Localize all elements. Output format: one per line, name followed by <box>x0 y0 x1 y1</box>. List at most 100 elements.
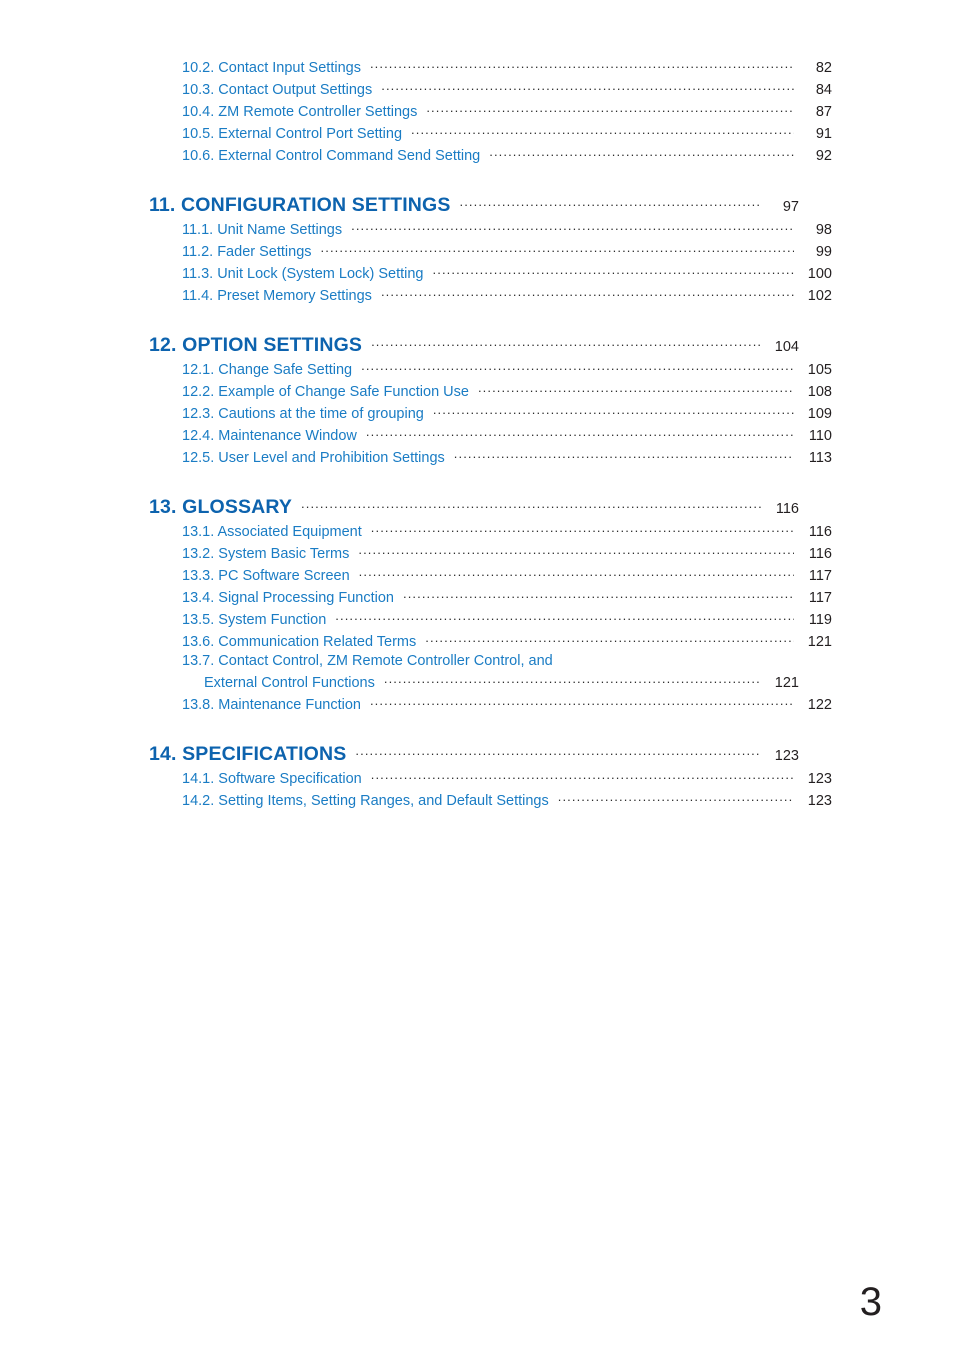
dot-leader <box>459 191 761 211</box>
toc-entry-11-4[interactable]: 11.4. Preset Memory Settings 102 <box>149 284 832 306</box>
dot-leader <box>433 262 794 278</box>
toc-entry-13-3[interactable]: 13.3. PC Software Screen 117 <box>149 564 832 586</box>
toc-entry-title: 12.1. Change Safe Setting <box>182 362 353 378</box>
dot-leader <box>301 493 761 513</box>
toc-entry-10-4[interactable]: 10.4. ZM Remote Controller Settings 87 <box>149 100 832 122</box>
toc-entry-title: 10.4. ZM Remote Controller Settings <box>182 104 418 120</box>
toc-entry-13-6[interactable]: 13.6. Communication Related Terms 121 <box>149 630 832 652</box>
toc-entry-title: 10.2. Contact Input Settings <box>182 60 361 76</box>
toc-entry-title: 10.3. Contact Output Settings <box>182 82 373 98</box>
toc-chapter-title: 12. OPTION SETTINGS <box>149 334 363 356</box>
toc-entry-title: 12.5. User Level and Prohibition Setting… <box>182 450 445 466</box>
toc-entry-title-line1: 13.7. Contact Control, ZM Remote Control… <box>182 653 553 669</box>
toc-entry-13-8[interactable]: 13.8. Maintenance Function 122 <box>149 693 832 715</box>
toc-entry-page: 87 <box>815 104 832 120</box>
toc-entry-page: 116 <box>808 546 832 562</box>
toc-entry-12-2[interactable]: 12.2. Example of Change Safe Function Us… <box>149 380 832 402</box>
toc-entry-page: 113 <box>808 450 832 466</box>
toc-entry-page: 84 <box>815 82 832 98</box>
toc-entry-12-4[interactable]: 12.4. Maintenance Window 110 <box>149 424 832 446</box>
toc-entry-14-1[interactable]: 14.1. Software Specification 123 <box>149 767 832 789</box>
dot-leader <box>371 331 761 351</box>
toc-entry-12[interactable]: 12. OPTION SETTINGS 104 <box>149 331 799 358</box>
dot-leader <box>371 767 794 783</box>
dot-leader <box>381 284 794 300</box>
dot-leader <box>454 446 794 462</box>
dot-leader <box>478 380 794 396</box>
dot-leader <box>384 671 761 687</box>
dot-leader <box>335 608 794 624</box>
toc-entry-page: 123 <box>807 771 832 787</box>
table-of-contents: 10.2. Contact Input Settings 82 10.3. Co… <box>149 56 832 811</box>
toc-entry-page: 99 <box>815 244 832 260</box>
toc-entry-page: 116 <box>775 501 799 517</box>
toc-entry-13-4[interactable]: 13.4. Signal Processing Function 117 <box>149 586 832 608</box>
toc-group-14: 14. SPECIFICATIONS 123 14.1. Software Sp… <box>149 740 832 811</box>
toc-entry-13[interactable]: 13. GLOSSARY 116 <box>149 493 799 520</box>
toc-entry-title: 10.5. External Control Port Setting <box>182 126 403 142</box>
dot-leader <box>411 122 794 138</box>
dot-leader <box>426 100 794 116</box>
toc-entry-page: 108 <box>807 384 832 400</box>
dot-leader <box>355 740 761 760</box>
toc-entry-title: 13.8. Maintenance Function <box>182 697 361 713</box>
toc-entry-page: 116 <box>808 524 832 540</box>
toc-group-12: 12. OPTION SETTINGS 104 12.1. Change Saf… <box>149 331 832 468</box>
toc-entry-11[interactable]: 11. CONFIGURATION SETTINGS 97 <box>149 191 799 218</box>
toc-entry-10-2[interactable]: 10.2. Contact Input Settings 82 <box>149 56 832 78</box>
toc-entry-page: 123 <box>774 748 799 764</box>
dot-leader <box>321 240 794 256</box>
toc-entry-title: 14.1. Software Specification <box>182 771 362 787</box>
toc-entry-14[interactable]: 14. SPECIFICATIONS 123 <box>149 740 799 767</box>
toc-entry-13-5[interactable]: 13.5. System Function 119 <box>149 608 832 630</box>
toc-entry-10-6[interactable]: 10.6. External Control Command Send Sett… <box>149 144 832 166</box>
toc-entry-page: 100 <box>807 266 832 282</box>
toc-group-10: 10.2. Contact Input Settings 82 10.3. Co… <box>149 56 832 166</box>
toc-group-13: 13. GLOSSARY 116 13.1. Associated Equipm… <box>149 493 832 715</box>
toc-entry-12-3[interactable]: 12.3. Cautions at the time of grouping 1… <box>149 402 832 424</box>
toc-entry-14-2[interactable]: 14.2. Setting Items, Setting Ranges, and… <box>149 789 832 811</box>
document-page: 10.2. Contact Input Settings 82 10.3. Co… <box>0 0 954 1350</box>
toc-chapter-title: 13. GLOSSARY <box>149 496 293 518</box>
toc-chapter-title: 11. CONFIGURATION SETTINGS <box>149 194 451 216</box>
toc-entry-13-2[interactable]: 13.2. System Basic Terms 116 <box>149 542 832 564</box>
dot-leader <box>381 78 794 94</box>
dot-leader <box>371 520 794 536</box>
toc-entry-11-1[interactable]: 11.1. Unit Name Settings 98 <box>149 218 832 240</box>
toc-entry-13-1[interactable]: 13.1. Associated Equipment 116 <box>149 520 832 542</box>
toc-chapter-title: 14. SPECIFICATIONS <box>149 743 347 765</box>
toc-entry-title: 11.2. Fader Settings <box>182 244 312 260</box>
dot-leader <box>425 630 794 646</box>
toc-entry-title: 10.6. External Control Command Send Sett… <box>182 148 481 164</box>
toc-entry-title: 13.6. Communication Related Terms <box>182 634 417 650</box>
toc-entry-page: 119 <box>808 612 832 628</box>
toc-entry-page: 122 <box>807 697 832 713</box>
toc-entry-13-7[interactable]: 13.7. Contact Control, ZM Remote Control… <box>149 652 799 693</box>
dot-leader <box>433 402 794 418</box>
toc-entry-page: 102 <box>807 288 832 304</box>
toc-entry-page: 110 <box>808 428 832 444</box>
dot-leader <box>403 586 794 602</box>
toc-entry-12-1[interactable]: 12.1. Change Safe Setting 105 <box>149 358 832 380</box>
toc-entry-title: 13.5. System Function <box>182 612 327 628</box>
toc-entry-10-5[interactable]: 10.5. External Control Port Setting 91 <box>149 122 832 144</box>
toc-entry-11-2[interactable]: 11.2. Fader Settings 99 <box>149 240 832 262</box>
toc-group-11: 11. CONFIGURATION SETTINGS 97 11.1. Unit… <box>149 191 832 306</box>
dot-leader <box>370 693 794 709</box>
dot-leader <box>558 789 794 805</box>
toc-entry-page: 109 <box>807 406 832 422</box>
toc-entry-12-5[interactable]: 12.5. User Level and Prohibition Setting… <box>149 446 832 468</box>
toc-entry-10-3[interactable]: 10.3. Contact Output Settings 84 <box>149 78 832 100</box>
toc-entry-title-line2: External Control Functions <box>204 675 375 691</box>
dot-leader <box>361 358 794 374</box>
toc-entry-page: 98 <box>815 222 832 238</box>
dot-leader <box>366 424 794 440</box>
toc-entry-page: 123 <box>807 793 832 809</box>
dot-leader <box>489 144 794 160</box>
page-number-folio: 3 <box>859 1280 882 1324</box>
toc-entry-11-3[interactable]: 11.3. Unit Lock (System Lock) Setting 10… <box>149 262 832 284</box>
toc-entry-page: 105 <box>807 362 832 378</box>
dot-leader <box>351 218 794 234</box>
toc-entry-title: 13.4. Signal Processing Function <box>182 590 394 606</box>
toc-entry-page: 91 <box>815 126 832 142</box>
